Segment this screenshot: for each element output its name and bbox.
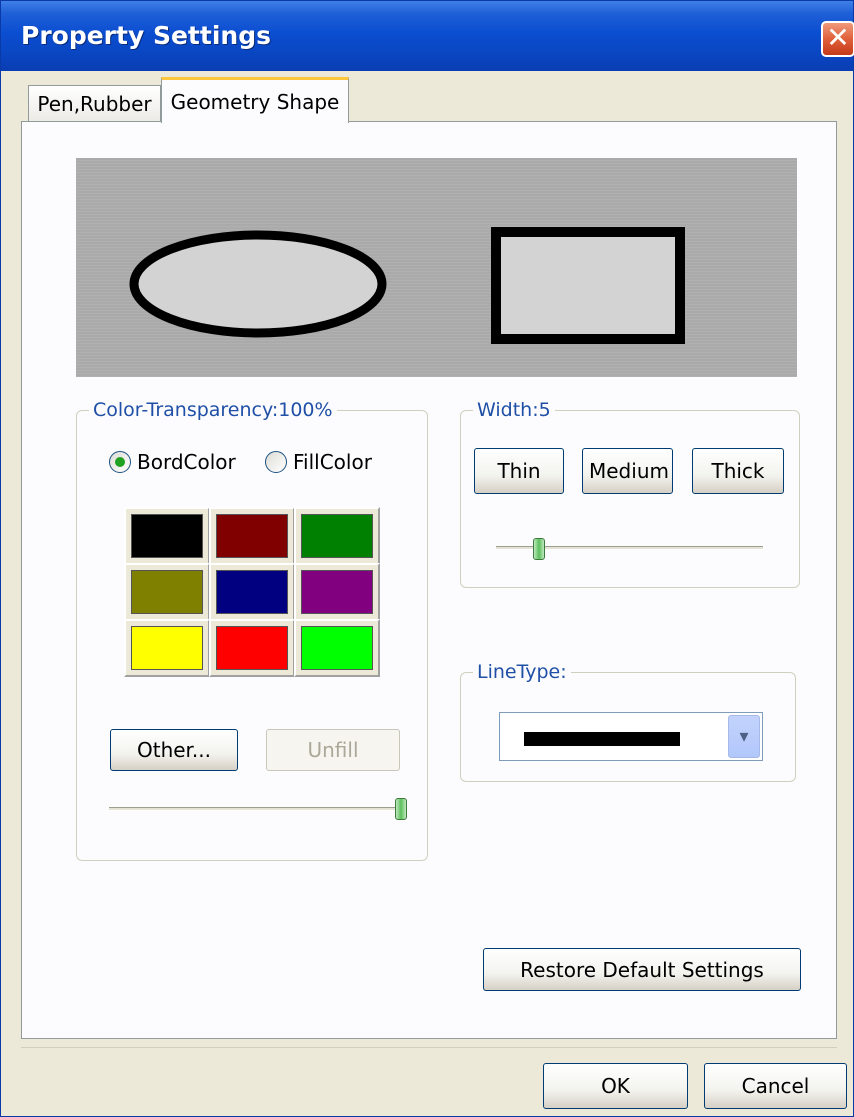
color-swatch-red[interactable]: [209, 619, 295, 677]
title-bar[interactable]: Property Settings ✕: [1, 1, 854, 71]
width-legend: Width:5: [473, 399, 555, 421]
close-icon: ✕: [826, 21, 850, 54]
linetype-select[interactable]: ▾: [499, 712, 763, 761]
dialog-title: Property Settings: [21, 21, 271, 50]
transparency-slider-thumb[interactable]: [395, 798, 407, 820]
property-settings-dialog: Property Settings ✕ Pen,Rubber Geometry …: [0, 0, 854, 1117]
medium-width-button[interactable]: Medium: [582, 448, 673, 494]
tab-pen-rubber-label: Pen,Rubber: [37, 92, 152, 116]
shape-preview: [76, 158, 797, 377]
tab-geometry-shape-label: Geometry Shape: [170, 90, 340, 114]
solid-line-sample: [524, 732, 680, 746]
rectangle-preview-shape: [491, 227, 685, 344]
other-color-button[interactable]: Other...: [110, 729, 238, 771]
color-swatch-black[interactable]: [124, 507, 210, 565]
tab-geometry-shape[interactable]: Geometry Shape: [161, 77, 349, 123]
color-swatch-olive[interactable]: [124, 563, 210, 621]
cancel-button[interactable]: Cancel: [704, 1063, 847, 1109]
thick-width-button[interactable]: Thick: [692, 448, 784, 494]
swatch-fill: [131, 514, 203, 558]
color-swatch-maroon[interactable]: [209, 507, 295, 565]
width-group: [460, 410, 800, 588]
swatch-fill: [216, 570, 288, 614]
color-swatch-navy[interactable]: [209, 563, 295, 621]
color-swatch-yellow[interactable]: [124, 619, 210, 677]
swatch-fill: [301, 570, 373, 614]
color-transparency-legend: Color-Transparency:100%: [89, 399, 337, 421]
ok-button[interactable]: OK: [543, 1063, 688, 1109]
footer-divider: [21, 1047, 837, 1048]
swatch-fill: [216, 626, 288, 670]
radio-unselected-icon: [265, 451, 287, 473]
bordcolor-label: BordColor: [137, 450, 236, 474]
width-slider-thumb[interactable]: [533, 538, 545, 560]
close-button[interactable]: ✕: [821, 21, 854, 57]
color-swatch-lime[interactable]: [294, 619, 380, 677]
tab-pen-rubber[interactable]: Pen,Rubber: [28, 85, 161, 121]
swatch-fill: [301, 514, 373, 558]
swatch-fill: [131, 626, 203, 670]
color-swatch-green[interactable]: [294, 507, 380, 565]
preview-canvas: [129, 227, 685, 344]
bordcolor-radio[interactable]: BordColor: [109, 450, 236, 474]
restore-default-settings-button[interactable]: Restore Default Settings: [483, 948, 801, 991]
ellipse-preview-shape: [129, 230, 387, 338]
swatch-fill: [301, 626, 373, 670]
fillcolor-label: FillColor: [293, 450, 372, 474]
color-swatch-purple[interactable]: [294, 563, 380, 621]
dropdown-button[interactable]: ▾: [728, 715, 760, 758]
transparency-slider-track[interactable]: [109, 807, 405, 811]
fillcolor-radio[interactable]: FillColor: [265, 450, 372, 474]
radio-selected-icon: [109, 451, 131, 473]
chevron-down-icon: ▾: [739, 726, 749, 747]
unfill-button[interactable]: Unfill: [266, 729, 400, 771]
linetype-legend: LineType:: [473, 661, 571, 683]
swatch-fill: [131, 570, 203, 614]
thin-width-button[interactable]: Thin: [474, 448, 564, 494]
swatch-fill: [216, 514, 288, 558]
